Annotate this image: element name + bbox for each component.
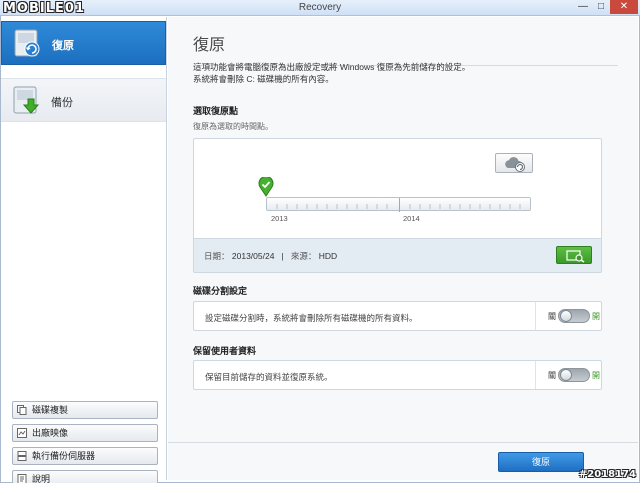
page-description: 這項功能會將電腦復原為出廠設定或將 Windows 復原為先前儲存的設定。 系統…	[193, 61, 613, 85]
restore-point-panel: 2013 2014 日期： 2013/05/24 | 來源： HDD	[193, 138, 602, 273]
partition-heading: 磁碟分割設定	[193, 286, 248, 296]
keep-user-data-heading: 保留使用者資料	[193, 346, 257, 356]
partition-option: 設定磁碟分割時，系統將會刪除所有磁碟機的所有資料。 關 開	[193, 301, 602, 331]
toggle-knob	[560, 310, 572, 322]
page-title: 復原	[193, 37, 226, 54]
toggle-off-label: 關	[548, 312, 556, 321]
source-label: 來源：	[290, 251, 317, 261]
timeline-year-label: 2014	[403, 214, 420, 223]
partition-toggle[interactable]	[558, 309, 590, 323]
restore-point-subheading: 復原為選取的時間點。	[193, 122, 273, 131]
backup-server-label: 執行備份伺服器	[32, 451, 96, 461]
source-value: HDD	[318, 251, 338, 261]
toggle-on-label: 開	[592, 371, 600, 380]
maximize-button[interactable]: □	[592, 0, 610, 14]
date-value: 2013/05/24	[231, 251, 275, 261]
timeline-track[interactable]	[266, 197, 531, 212]
keep-user-data-toggle-area: 關 開	[535, 361, 601, 389]
minimize-button[interactable]: —	[574, 0, 592, 14]
backup-server-icon	[17, 451, 27, 461]
factory-image-button[interactable]: 出廠映像	[12, 424, 158, 442]
keep-user-data-description: 保留目前儲存的資料並復原系統。	[205, 372, 333, 382]
main-panel: 復原 這項功能會將電腦復原為出廠設定或將 Windows 復原為先前儲存的設定。…	[168, 17, 638, 480]
sidebar-item-backup[interactable]: 備份	[1, 78, 166, 122]
factory-image-label: 出廠映像	[32, 428, 69, 438]
description-line: 這項功能會將電腦復原為出廠設定或將 Windows 復原為先前儲存的設定。	[193, 62, 471, 72]
restore-point-info: 日期： 2013/05/24 | 來源： HDD	[204, 250, 337, 262]
window-controls: — □ ✕	[574, 0, 638, 15]
help-icon	[17, 474, 27, 483]
help-button[interactable]: 說明	[12, 470, 158, 483]
selected-restore-point-marker[interactable]	[257, 177, 275, 197]
factory-image-icon	[17, 428, 27, 438]
sidebar-item-label: 復原	[52, 40, 74, 52]
sidebar-item-label: 備份	[51, 97, 73, 109]
sidebar: 復原 備份 磁碟複製 出廠映像 執行備份伺服器 說明	[1, 17, 167, 483]
window-title: Recovery	[298, 2, 342, 13]
timeline-year-label: 2013	[271, 214, 288, 223]
keep-user-data-toggle[interactable]	[558, 368, 590, 382]
restore-timeline[interactable]: 2013 2014	[266, 197, 531, 223]
disk-copy-button[interactable]: 磁碟複製	[12, 401, 158, 419]
disk-copy-label: 磁碟複製	[32, 405, 69, 415]
browse-search-icon	[566, 250, 585, 263]
info-separator: |	[281, 251, 284, 261]
disk-copy-icon	[17, 405, 27, 415]
watermark-id: #2018174	[578, 469, 636, 480]
title-bar: MOBILE01 Recovery — □ ✕	[0, 0, 640, 16]
toggle-on-label: 開	[592, 312, 600, 321]
keep-user-data-option: 保留目前儲存的資料並復原系統。 關 開	[193, 360, 602, 390]
sidebar-item-restore[interactable]: 復原	[1, 21, 166, 65]
restore-disk-icon	[14, 29, 40, 57]
browse-restore-point-button[interactable]	[556, 246, 592, 264]
partition-description: 設定磁碟分割時，系統將會刪除所有磁碟機的所有資料。	[205, 313, 418, 323]
restore-point-info-bar: 日期： 2013/05/24 | 來源： HDD	[194, 238, 601, 272]
help-label: 說明	[32, 474, 51, 483]
partition-toggle-area: 關 開	[535, 302, 601, 330]
restore-button[interactable]: 復原	[498, 452, 584, 472]
toggle-off-label: 關	[548, 371, 556, 380]
backup-server-button[interactable]: 執行備份伺服器	[12, 447, 158, 465]
backup-disk-icon	[13, 86, 40, 114]
cloud-refresh-icon	[505, 157, 525, 172]
action-bar: 復原	[168, 442, 638, 480]
date-label: 日期：	[204, 251, 230, 261]
restore-point-heading: 選取復原點	[193, 106, 239, 116]
toggle-knob	[560, 369, 572, 381]
description-line: 系統將會刪除 C: 磁碟機的所有內容。	[193, 74, 334, 84]
sidebar-tool-buttons: 磁碟複製 出廠映像 執行備份伺服器 說明	[12, 401, 158, 483]
timeline-year-divider	[399, 198, 400, 212]
cloud-restore-button[interactable]	[495, 153, 533, 173]
close-button[interactable]: ✕	[610, 0, 638, 14]
